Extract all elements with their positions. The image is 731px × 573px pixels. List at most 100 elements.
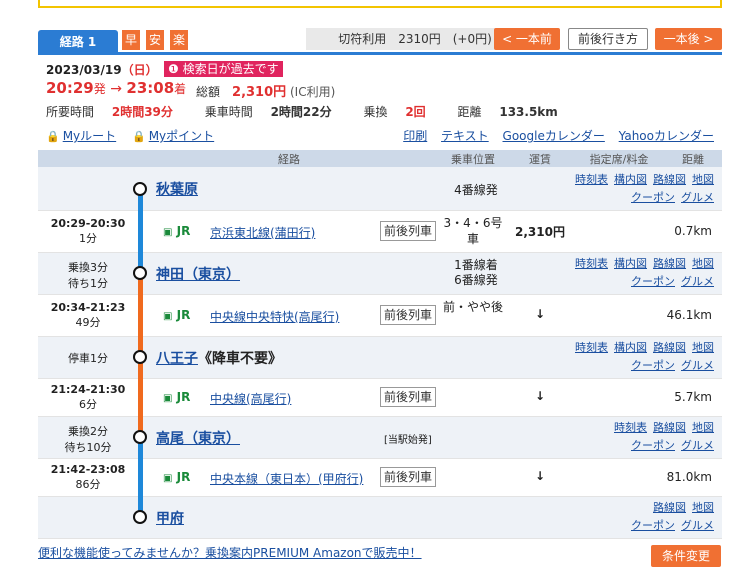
route-tab-row: 経路 1 早 安 楽 切符利用 2310円 (+0円) < 一本前 前後行き方 … bbox=[38, 28, 722, 54]
map-link[interactable]: 地図 bbox=[692, 257, 714, 270]
map-link[interactable]: 地図 bbox=[692, 173, 714, 186]
my-links: 🔒 Myルート 🔒 Myポイント bbox=[46, 127, 214, 144]
station-dot bbox=[133, 182, 147, 196]
yahoo-calendar-link[interactable]: Yahooカレンダー bbox=[619, 129, 714, 143]
route-summary: 2023/03/19（日） ❶ 検索日が過去です 20:29発 → 23:08着… bbox=[38, 52, 722, 146]
station-name[interactable]: 秋葉原 bbox=[156, 179, 198, 199]
timetable-link[interactable]: 時刻表 bbox=[575, 257, 608, 270]
platform-note: 1番線着 6番線発 bbox=[454, 258, 498, 287]
header-position: 乗車位置 bbox=[451, 153, 495, 166]
timetable-link[interactable]: 時刻表 bbox=[575, 173, 608, 186]
station-name[interactable]: 甲府 bbox=[156, 508, 184, 528]
timetable-link[interactable]: 時刻表 bbox=[575, 341, 608, 354]
previous-train-button[interactable]: < 一本前 bbox=[494, 28, 560, 50]
transfer-info: 乗換2分 待ち10分 bbox=[64, 425, 112, 454]
top-frame bbox=[38, 0, 722, 8]
coupon-link[interactable]: クーポン bbox=[631, 359, 675, 372]
timetable-link[interactable]: 時刻表 bbox=[614, 421, 647, 434]
lock-icon: 🔒 bbox=[132, 130, 146, 143]
origin-note: [当駅始発] bbox=[384, 435, 432, 446]
premium-promo-link[interactable]: 便利な機能使ってみませんか？乗換案内PREMIUM Amazonで販売中！ bbox=[38, 544, 422, 561]
route-map-link[interactable]: 路線図 bbox=[653, 257, 686, 270]
gourmet-link[interactable]: グルメ bbox=[681, 275, 714, 288]
route-map-link[interactable]: 路線図 bbox=[653, 341, 686, 354]
train-line-link[interactable]: 中央本線（東日本）(甲府行) bbox=[210, 470, 363, 487]
adjacent-trains-button[interactable]: 前後列車 bbox=[380, 305, 437, 325]
jr-icon: ▣ JR bbox=[163, 390, 191, 404]
train-time: 20:29-20:30 1分 bbox=[50, 217, 126, 245]
total-fare: 総額 2,310円 (IC利用) bbox=[196, 85, 336, 100]
station-map-link[interactable]: 構内図 bbox=[614, 257, 647, 270]
route-time: 20:29発 → 23:08着 bbox=[46, 79, 187, 97]
gourmet-link[interactable]: グルメ bbox=[681, 519, 714, 532]
station-links: 時刻表 構内図 路線図 地図 クーポン グルメ bbox=[569, 339, 714, 375]
print-link[interactable]: 印刷 bbox=[403, 129, 427, 143]
coupon-link[interactable]: クーポン bbox=[631, 275, 675, 288]
ticket-fare-label: 切符利用 2310円 (+0円) bbox=[306, 28, 524, 50]
google-calendar-link[interactable]: Googleカレンダー bbox=[503, 129, 605, 143]
search-date: 2023/03/19（日） bbox=[46, 63, 158, 77]
station-map-link[interactable]: 構内図 bbox=[614, 173, 647, 186]
station-name[interactable]: 神田（東京） bbox=[156, 264, 240, 284]
header-distance: 距離 bbox=[682, 153, 704, 166]
station-dot bbox=[133, 430, 147, 444]
distance-value: 0.7km bbox=[674, 224, 712, 238]
jr-icon: ▣ JR bbox=[163, 308, 191, 322]
train-line-link[interactable]: 中央線(高尾行) bbox=[210, 390, 291, 407]
change-conditions-button[interactable]: 条件変更 bbox=[651, 545, 721, 567]
adjacent-trains-button[interactable]: 前後列車 bbox=[380, 387, 437, 407]
station-map-link[interactable]: 構内図 bbox=[614, 341, 647, 354]
jr-icon: ▣ JR bbox=[163, 224, 191, 238]
route-map-link[interactable]: 路線図 bbox=[653, 173, 686, 186]
station-links: 時刻表 構内図 路線図 地図 クーポン グルメ bbox=[569, 255, 714, 291]
fare-value: ↓ bbox=[534, 389, 546, 403]
gourmet-link[interactable]: グルメ bbox=[681, 359, 714, 372]
badge-fast: 早 bbox=[122, 30, 140, 50]
text-link[interactable]: テキスト bbox=[441, 129, 489, 143]
platform-note: 4番線発 bbox=[454, 183, 498, 197]
coupon-link[interactable]: クーポン bbox=[631, 439, 675, 452]
badge-easy: 楽 bbox=[170, 30, 188, 50]
train-line-link[interactable]: 京浜東北線(蒲田行) bbox=[210, 224, 315, 241]
route-table-header: 経路 乗車位置 運賃 指定席/料金 距離 bbox=[38, 150, 722, 167]
badge-cheap: 安 bbox=[146, 30, 164, 50]
station-links: 時刻表 路線図 地図 クーポン グルメ bbox=[608, 419, 714, 455]
distance-value: 81.0km bbox=[666, 470, 712, 484]
gourmet-link[interactable]: グルメ bbox=[681, 439, 714, 452]
tab-route-1[interactable]: 経路 1 bbox=[38, 30, 118, 54]
around-routes-button[interactable]: 前後行き方 bbox=[568, 28, 648, 50]
my-route-link[interactable]: Myルート bbox=[63, 129, 116, 143]
station-links: 時刻表 構内図 路線図 地図 クーポン グルメ bbox=[569, 171, 714, 207]
stop-info: 停車1分 bbox=[68, 352, 108, 365]
adjacent-trains-button[interactable]: 前後列車 bbox=[380, 467, 437, 487]
station-dot bbox=[133, 266, 147, 280]
map-link[interactable]: 地図 bbox=[692, 341, 714, 354]
route-map-link[interactable]: 路線図 bbox=[653, 501, 686, 514]
header-route: 経路 bbox=[278, 153, 300, 166]
station-name[interactable]: 八王子《降車不要》 bbox=[156, 348, 282, 368]
distance-value: 5.7km bbox=[674, 390, 712, 404]
boarding-position: 3・4・6号車 bbox=[443, 216, 503, 246]
line-chuo-main bbox=[138, 438, 143, 518]
map-link[interactable]: 地図 bbox=[692, 421, 714, 434]
coupon-link[interactable]: クーポン bbox=[631, 191, 675, 204]
my-point-link[interactable]: Myポイント bbox=[149, 129, 214, 143]
train-line-link[interactable]: 中央線中央特快(高尾行) bbox=[210, 308, 339, 325]
station-links: 路線図 地図 クーポン グルメ bbox=[625, 499, 714, 535]
fare-value: 2,310円 bbox=[515, 225, 565, 239]
route-stats: 所要時間 2時間39分 乗車時間 2時間22分 乗換 2回 距離 133.5km bbox=[46, 105, 558, 119]
gourmet-link[interactable]: グルメ bbox=[681, 191, 714, 204]
station-name[interactable]: 高尾（東京） bbox=[156, 428, 240, 448]
route-map-link[interactable]: 路線図 bbox=[653, 421, 686, 434]
map-link[interactable]: 地図 bbox=[692, 501, 714, 514]
train-time: 20:34-21:23 49分 bbox=[50, 301, 126, 329]
train-time: 21:24-21:30 6分 bbox=[50, 383, 126, 411]
transfer-info: 乗換3分 待ち1分 bbox=[68, 261, 108, 290]
past-date-warning: ❶ 検索日が過去です bbox=[164, 61, 283, 77]
next-train-button[interactable]: 一本後 > bbox=[655, 28, 722, 50]
lock-icon: 🔒 bbox=[46, 130, 60, 143]
adjacent-trains-button[interactable]: 前後列車 bbox=[380, 221, 437, 241]
coupon-link[interactable]: クーポン bbox=[631, 519, 675, 532]
alert-icon: ❶ bbox=[168, 62, 183, 76]
fare-value: ↓ bbox=[534, 469, 546, 483]
